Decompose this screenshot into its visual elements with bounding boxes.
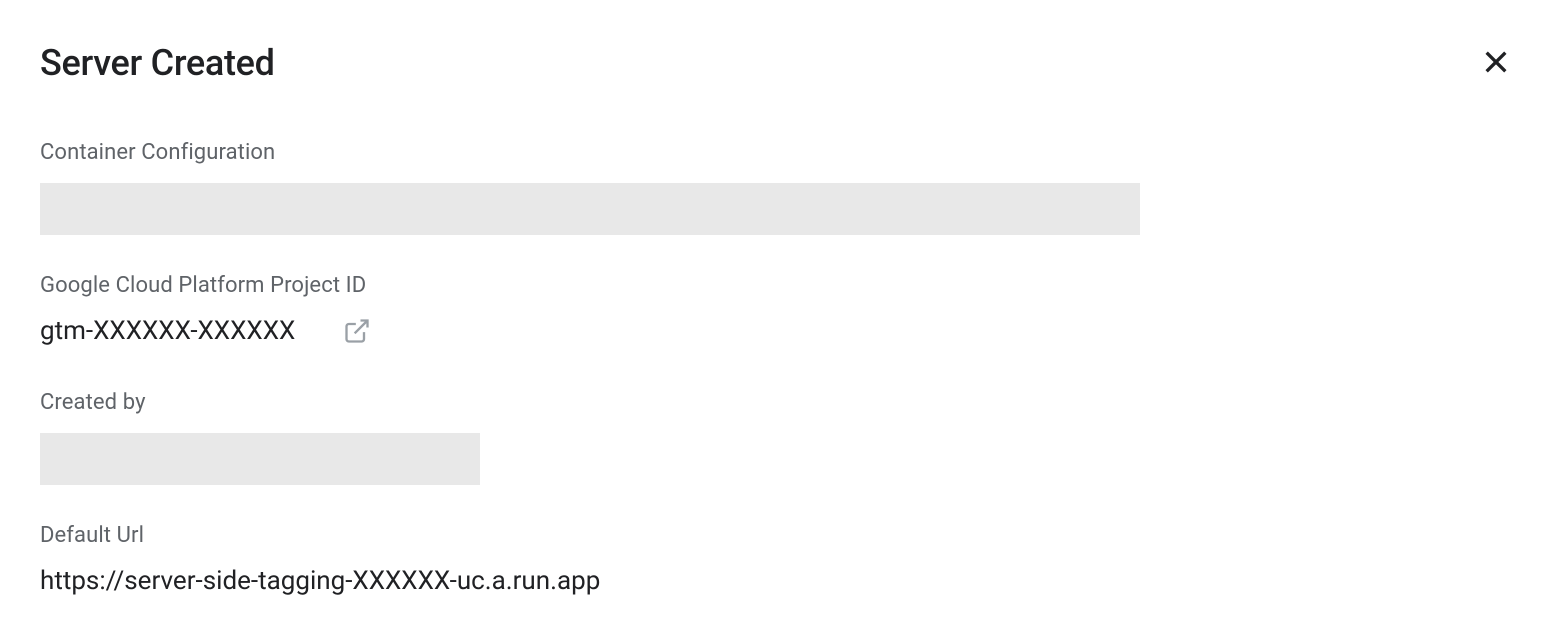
dialog-title: Server Created (40, 42, 275, 84)
container-config-label: Container Configuration (40, 140, 1518, 165)
created-by-label: Created by (40, 390, 1518, 415)
default-url-value: https://server-side-tagging-XXXXXX-uc.a.… (40, 566, 1518, 596)
open-external-icon (343, 317, 371, 345)
container-config-field: Container Configuration (40, 140, 1518, 235)
created-by-redacted-value (40, 433, 480, 485)
container-config-redacted-value (40, 183, 1140, 235)
open-external-button[interactable] (343, 317, 371, 345)
project-id-field: Google Cloud Platform Project ID gtm-XXX… (40, 273, 1518, 346)
close-icon (1480, 46, 1512, 78)
created-by-field: Created by (40, 390, 1518, 485)
project-id-value-row: gtm-XXXXXX-XXXXXX (40, 316, 1518, 346)
default-url-field: Default Url https://server-side-tagging-… (40, 523, 1518, 596)
close-button[interactable] (1476, 42, 1516, 82)
dialog-header: Server Created (40, 42, 1518, 84)
project-id-label: Google Cloud Platform Project ID (40, 273, 1518, 298)
project-id-value: gtm-XXXXXX-XXXXXX (40, 316, 295, 346)
default-url-label: Default Url (40, 523, 1518, 548)
